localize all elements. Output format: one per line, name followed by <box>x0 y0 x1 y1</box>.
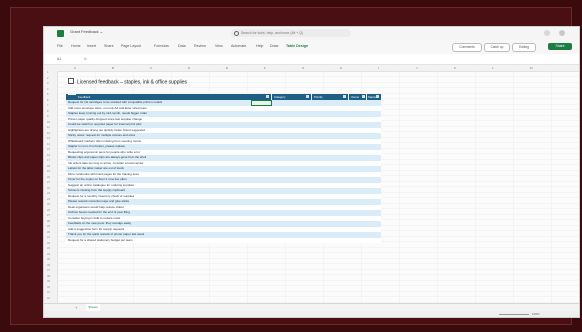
zoom-slider[interactable] <box>499 313 529 315</box>
row-number[interactable]: 35 <box>47 258 50 261</box>
row-number[interactable]: 4 <box>47 88 48 91</box>
ribbon-tabs: File Home Insert Share Page Layout Formu… <box>44 40 579 55</box>
row-number[interactable]: 28 <box>47 220 50 223</box>
filter-dropdown-icon[interactable] <box>362 95 365 98</box>
tab-review[interactable]: Review <box>194 44 206 48</box>
row-number[interactable]: 37 <box>47 269 50 272</box>
document-title[interactable]: Grant Feedback ⌄ <box>70 29 103 34</box>
row-number[interactable]: 8 <box>47 110 48 113</box>
tab-page-layout[interactable]: Page Layout <box>121 44 141 48</box>
tab-help[interactable]: Help <box>256 44 263 48</box>
row-number[interactable]: 30 <box>47 231 50 234</box>
editing-mode-button[interactable]: Editing <box>512 43 536 52</box>
photo-frame: Grant Feedback ⌄ Search for tools, help,… <box>10 7 580 325</box>
row-number[interactable]: 7 <box>47 104 48 107</box>
row-number[interactable]: 25 <box>47 203 50 206</box>
formula-bar: A1 fx <box>44 54 579 65</box>
row-number[interactable]: 13 <box>47 137 50 140</box>
row-number[interactable]: 20 <box>47 176 50 179</box>
row-number[interactable]: 34 <box>47 253 50 256</box>
row-headers: 1 2 3 4 5 6 7 8 9 10 11 12 13 14 15 16 17 18 19 20 21 22 23 24 2… <box>44 71 58 303</box>
row-number[interactable]: 2 <box>47 77 48 80</box>
excel-logo-icon[interactable] <box>57 30 64 37</box>
row-number[interactable]: 40 <box>47 286 50 289</box>
table-row[interactable]: Request for a shared stationery budget p… <box>66 237 381 244</box>
row-number[interactable]: 21 <box>47 181 50 184</box>
status-bar: 100% <box>44 311 579 317</box>
feedback-cell[interactable]: Request for a shared stationery budget p… <box>68 238 133 244</box>
row-number[interactable]: 22 <box>47 187 50 190</box>
row-number[interactable]: 6 <box>47 99 48 102</box>
row-number[interactable]: 36 <box>47 264 50 267</box>
tab-automate[interactable]: Automate <box>231 44 246 48</box>
row-number[interactable]: 16 <box>47 154 50 157</box>
filter-dropdown-icon[interactable] <box>376 95 379 98</box>
filter-dropdown-icon[interactable] <box>306 95 309 98</box>
row-number[interactable]: 12 <box>47 132 50 135</box>
row-number[interactable]: 39 <box>47 280 50 283</box>
row-number[interactable]: 9 <box>47 115 48 118</box>
row-number[interactable]: 17 <box>47 159 50 162</box>
row-number[interactable]: 38 <box>47 275 50 278</box>
row-number[interactable]: 14 <box>47 143 50 146</box>
sheet-title-text: Licensed feedback – staples, ink & offic… <box>77 79 187 86</box>
tab-view[interactable]: View <box>215 44 223 48</box>
row-number[interactable]: 26 <box>47 209 50 212</box>
catch-up-button[interactable]: Catch up <box>484 43 510 52</box>
share-button[interactable]: Share <box>548 43 572 50</box>
row-number[interactable]: 10 <box>47 121 50 124</box>
filter-dropdown-icon[interactable] <box>343 95 346 98</box>
selected-cell[interactable] <box>251 100 272 106</box>
row-number[interactable]: 42 <box>47 297 50 300</box>
search-input[interactable]: Search for tools, help, and more (Alt + … <box>231 29 351 37</box>
row-number[interactable]: 5 <box>47 93 48 96</box>
sheet-title: Licensed feedback – staples, ink & offic… <box>68 78 187 86</box>
row-number[interactable]: 3 <box>47 82 48 85</box>
row-number[interactable]: 23 <box>47 192 50 195</box>
row-number[interactable]: 27 <box>47 214 50 217</box>
row-number[interactable]: 11 <box>47 126 50 129</box>
tab-draw[interactable]: Draw <box>270 44 278 48</box>
tab-formulas[interactable]: Formulas <box>154 44 169 48</box>
table-icon <box>68 78 74 84</box>
avatar[interactable] <box>559 30 565 36</box>
search-placeholder: Search for tools, help, and more (Alt + … <box>241 31 303 35</box>
row-number[interactable]: 19 <box>47 170 50 173</box>
excel-window: Grant Feedback ⌄ Search for tools, help,… <box>43 26 580 318</box>
row-number[interactable]: 29 <box>47 225 50 228</box>
zoom-level[interactable]: 100% <box>532 311 540 317</box>
row-number[interactable]: 31 <box>47 236 50 239</box>
fx-icon: fx <box>84 57 87 61</box>
tab-home[interactable]: Home <box>71 44 81 48</box>
title-bar: Grant Feedback ⌄ Search for tools, help,… <box>44 27 579 40</box>
comments-button[interactable]: Comments <box>452 43 482 52</box>
tab-file[interactable]: File <box>57 44 63 48</box>
row-number[interactable]: 41 <box>47 291 50 294</box>
row-number[interactable]: 18 <box>47 165 50 168</box>
tab-table-design[interactable]: Table Design <box>286 44 308 48</box>
filter-dropdown-icon[interactable] <box>266 95 269 98</box>
settings-icon[interactable] <box>544 30 550 36</box>
tab-share[interactable]: Share <box>104 44 114 48</box>
row-number[interactable]: 33 <box>47 247 50 250</box>
row-number[interactable]: 32 <box>47 242 50 245</box>
name-box[interactable]: A1 <box>57 56 79 62</box>
search-icon <box>234 31 239 36</box>
tab-data[interactable]: Data <box>178 44 186 48</box>
tab-insert[interactable]: Insert <box>87 44 96 48</box>
row-number[interactable]: 15 <box>47 148 50 151</box>
row-number[interactable]: 1 <box>47 71 48 74</box>
row-number[interactable]: 24 <box>47 198 50 201</box>
